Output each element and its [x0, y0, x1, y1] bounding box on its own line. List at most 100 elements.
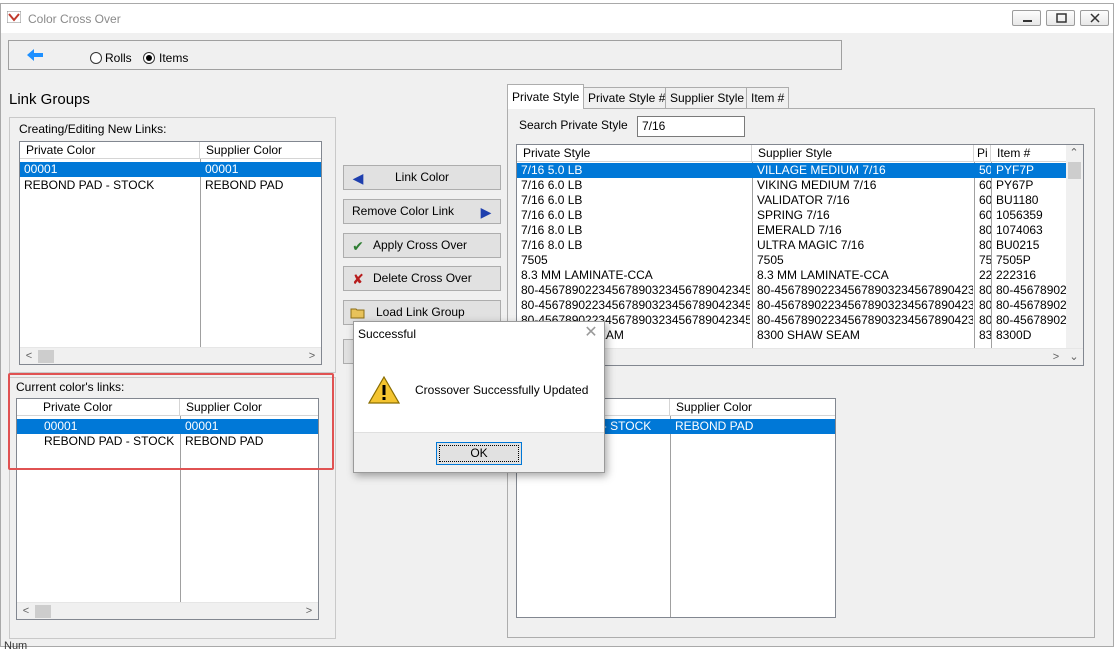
ok-button[interactable]: OK: [436, 442, 522, 465]
dialog-message: Crossover Successfully Updated: [415, 383, 589, 397]
vertical-scrollbar[interactable]: ⌃: [1066, 145, 1083, 350]
table-row[interactable]: 7/16 6.0 LB SPRING 7/16 60 1056359: [517, 208, 1083, 223]
cell-item: 1056359: [996, 208, 1043, 222]
table-row[interactable]: 80-4567890223456789032345678904234567890…: [517, 298, 1083, 313]
tab-private-style[interactable]: Private Style: [507, 84, 585, 109]
list-header: Private Style Supplier Style Pi Item #: [517, 145, 1083, 162]
delete-cross-over-label: Delete Cross Over: [373, 271, 472, 285]
minimize-button[interactable]: [1012, 10, 1041, 26]
column-header-supplier-style[interactable]: Supplier Style: [752, 145, 974, 162]
table-row[interactable]: 7505 7505 75 7505P: [517, 253, 1083, 268]
scroll-right-icon[interactable]: >: [1049, 350, 1063, 365]
cell-supplier: SPRING 7/16: [757, 208, 830, 222]
remove-color-link-button[interactable]: Remove Color Link ▶: [343, 199, 501, 224]
link-color-label: Link Color: [394, 170, 450, 184]
close-window-button[interactable]: [1080, 10, 1109, 26]
table-row[interactable]: 7/16 6.0 LB VALIDATOR 7/16 60 BU1180: [517, 193, 1083, 208]
cell-p: 80: [979, 223, 991, 237]
cell-p: 80: [979, 313, 991, 327]
minimize-icon: [1023, 20, 1032, 22]
column-header-pi[interactable]: Pi: [974, 145, 991, 162]
cell-supplier: 8300 SHAW SEAM: [757, 328, 860, 342]
table-row[interactable]: 00001 00001: [20, 162, 321, 177]
link-color-button[interactable]: ◀ Link Color: [343, 165, 501, 190]
restore-button[interactable]: [1046, 10, 1075, 26]
cell-private-color: REBOND PAD - STOCK: [24, 178, 155, 192]
table-row[interactable]: 7/16 8.0 LB EMERALD 7/16 80 1074063: [517, 223, 1083, 238]
search-label: Search Private Style: [519, 118, 628, 132]
table-row[interactable]: 7/16 6.0 LB VIKING MEDIUM 7/16 60 PY67P: [517, 178, 1083, 193]
cell-p: 60: [979, 193, 991, 207]
column-header-private-style[interactable]: Private Style: [517, 145, 752, 162]
cell-private: 7505: [521, 253, 548, 267]
apply-cross-over-label: Apply Cross Over: [373, 238, 468, 252]
status-text: Num: [4, 640, 28, 652]
horizontal-scrollbar[interactable]: < >: [17, 602, 318, 619]
radio-items[interactable]: [143, 52, 155, 64]
cell-p: 83: [979, 328, 991, 342]
cell-private: 7/16 8.0 LB: [521, 223, 583, 237]
arrow-left-icon: ◀: [352, 170, 364, 186]
dialog-footer: OK: [354, 432, 604, 472]
cell-item: PY67P: [996, 178, 1034, 192]
delete-x-icon: ✘: [352, 271, 364, 287]
cell-item: 8300D: [996, 328, 1032, 342]
scroll-left-icon[interactable]: <: [19, 604, 33, 619]
scroll-right-icon[interactable]: >: [302, 604, 316, 619]
table-row[interactable]: 80-4567890223456789032345678904234567890…: [517, 283, 1083, 298]
radio-rolls[interactable]: [90, 52, 102, 64]
scroll-right-icon[interactable]: >: [305, 349, 319, 364]
column-header-supplier-color[interactable]: Supplier Color: [200, 142, 321, 159]
search-value: 7/16: [642, 119, 666, 133]
table-row[interactable]: 8.3 MM LAMINATE-CCA 8.3 MM LAMINATE-CCA 2 2…: [517, 268, 1083, 283]
creating-links-list[interactable]: Private Color Supplier Color 00001 00001…: [19, 141, 322, 365]
cell-private: 7/16 8.0 LB: [521, 238, 583, 252]
column-header-supplier-color[interactable]: Supplier Color: [670, 399, 835, 416]
scroll-thumb[interactable]: [38, 350, 54, 363]
window-title: Color Cross Over: [28, 12, 121, 26]
tab-private-style-number[interactable]: Private Style #: [583, 87, 671, 108]
column-header-private-color[interactable]: Private Color: [20, 142, 200, 159]
cell-private: 8.3 MM LAMINATE-CCA: [521, 268, 653, 282]
table-row[interactable]: 7/16 8.0 LB ULTRA MAGIC 7/16 80 BU0215: [517, 238, 1083, 253]
remove-color-link-label: Remove Color Link: [352, 204, 455, 218]
load-link-group-label: Load Link Group: [376, 305, 465, 319]
tab-supplier-style[interactable]: Supplier Style: [665, 87, 750, 108]
cell-supplier: 8.3 MM LAMINATE-CCA: [757, 268, 889, 282]
scroll-thumb[interactable]: [35, 605, 51, 618]
delete-cross-over-button[interactable]: ✘ Delete Cross Over: [343, 266, 501, 291]
search-input[interactable]: 7/16: [637, 116, 745, 137]
cell-item: 222316: [996, 268, 1037, 282]
horizontal-scrollbar[interactable]: < >: [20, 347, 321, 364]
tab-item-number[interactable]: Item #: [746, 87, 790, 108]
app-icon: [7, 11, 21, 23]
back-button[interactable]: [17, 45, 51, 65]
creating-links-label: Creating/Editing New Links:: [19, 122, 167, 136]
table-row[interactable]: REBOND PAD - STOCK REBOND PAD: [20, 178, 321, 193]
warning-icon: [368, 376, 400, 404]
cell-supplier: VALIDATOR 7/16: [757, 193, 850, 207]
dialog-close-icon[interactable]: ✕: [582, 324, 600, 342]
cell-private: 7/16 6.0 LB: [521, 193, 583, 207]
cell-p: 80: [979, 238, 991, 252]
title-bar: Color Cross Over: [1, 4, 1113, 33]
cell-private: 7/16 6.0 LB: [521, 208, 583, 222]
app-window: Color Cross Over Rolls Items Link Groups…: [0, 3, 1114, 647]
cell-private: 7/16 6.0 LB: [521, 178, 583, 192]
scroll-up-icon[interactable]: ⌃: [1067, 146, 1081, 161]
table-row[interactable]: 7/16 5.0 LB VILLAGE MEDIUM 7/16 50 PYF7P: [517, 163, 1083, 178]
apply-cross-over-button[interactable]: ✔ Apply Cross Over: [343, 233, 501, 258]
scroll-left-icon[interactable]: <: [22, 349, 36, 364]
cell-supplier: ULTRA MAGIC 7/16: [757, 238, 865, 252]
annotation-highlight: [8, 373, 334, 470]
back-arrow-icon: [27, 49, 43, 61]
cell-p: 80: [979, 283, 991, 297]
cell-private: 7/16 5.0 LB: [521, 163, 583, 177]
cell-p: 80: [979, 298, 991, 312]
cell-item: 1074063: [996, 223, 1043, 237]
scroll-down-icon[interactable]: ⌄: [1067, 350, 1081, 365]
scroll-thumb[interactable]: [1068, 162, 1081, 179]
radio-items-label: Items: [159, 51, 189, 65]
cell-p: 60: [979, 208, 991, 222]
cell-item: 80-4567890223: [996, 283, 1066, 297]
